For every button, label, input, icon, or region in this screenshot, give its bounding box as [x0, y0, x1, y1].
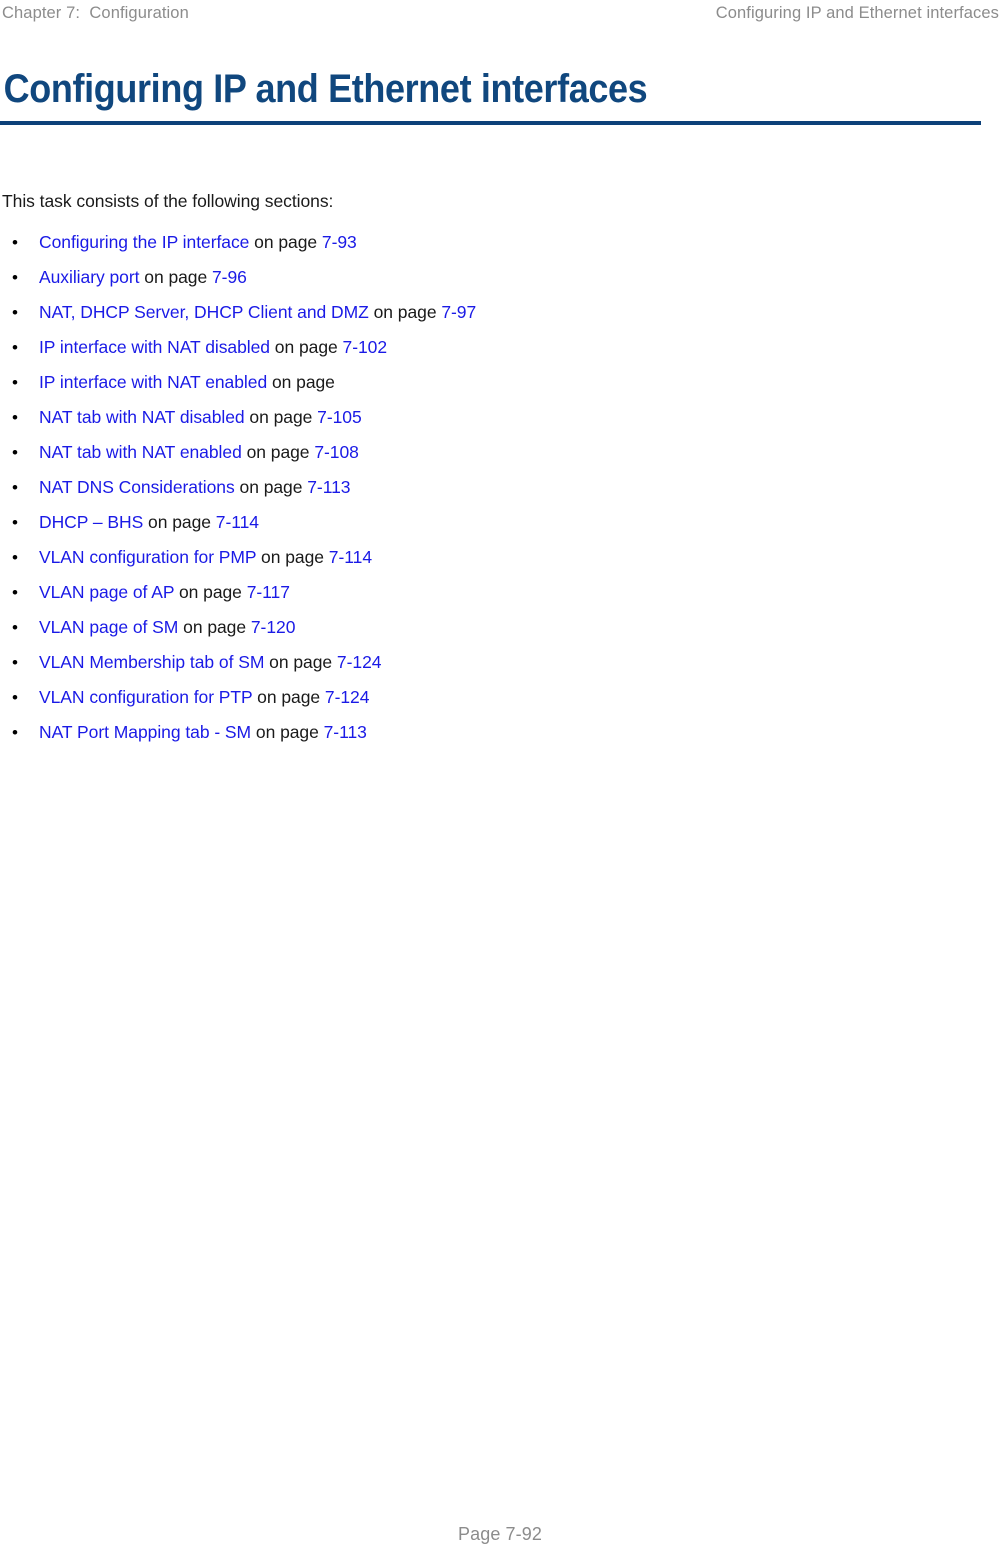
on-page-label: on page [241, 442, 315, 462]
running-header: Chapter 7: Configuration Configuring IP … [0, 0, 1000, 28]
bullet-dot-icon: • [12, 513, 18, 532]
section-link[interactable]: VLAN configuration for PMP [39, 547, 256, 567]
title-block: Configuring IP and Ethernet interfaces [0, 66, 982, 125]
footer-page-number: Page 7-92 [458, 1524, 542, 1544]
intro-paragraph: This task consists of the following sect… [2, 191, 334, 211]
page-number-link[interactable]: 7-105 [317, 407, 362, 427]
document-page: Chapter 7: Configuration Configuring IP … [0, 0, 1000, 1555]
bullet-dot-icon: • [12, 618, 18, 637]
bullet-dot-icon: • [12, 338, 18, 357]
section-link[interactable]: VLAN Membership tab of SM [39, 652, 264, 672]
list-item: • NAT Port Mapping tab - SM on page 7-113 [0, 715, 1000, 750]
section-link[interactable]: Configuring the IP interface [39, 232, 249, 252]
bullet-dot-icon: • [12, 268, 18, 287]
page-number-link[interactable]: 7-93 [322, 232, 357, 252]
list-item: • NAT tab with NAT enabled on page 7-108 [0, 435, 1000, 470]
body-content: This task consists of the following sect… [0, 189, 1000, 750]
bullet-dot-icon: • [12, 373, 18, 392]
list-item: • NAT tab with NAT disabled on page 7-105 [0, 400, 1000, 435]
bullet-dot-icon: • [12, 443, 18, 462]
bullet-dot-icon: • [12, 548, 18, 567]
page-number-link[interactable]: 7-124 [337, 652, 382, 672]
list-item: • VLAN configuration for PTP on page 7-12… [0, 680, 1000, 715]
on-page-label: on page [368, 302, 442, 322]
list-item: • NAT DNS Considerations on page 7-113 [0, 470, 1000, 505]
page-number-link[interactable]: 7-117 [247, 582, 290, 602]
on-page-label: on page [143, 512, 216, 532]
section-link[interactable]: Auxiliary port [39, 267, 140, 287]
list-item: • Auxiliary port on page 7-96 [0, 260, 1000, 295]
on-page-label: on page [174, 582, 247, 602]
on-page-label: on page [244, 407, 318, 427]
section-link[interactable]: VLAN page of SM [39, 617, 178, 637]
page-number-link[interactable]: 7-96 [212, 267, 247, 287]
page-number-link[interactable]: 7-108 [314, 442, 359, 462]
bullet-dot-icon: • [12, 653, 18, 672]
list-item: • NAT, DHCP Server, DHCP Client and DMZ o… [0, 295, 1000, 330]
page-number-link[interactable]: 7-97 [441, 302, 476, 322]
on-page-label: on page [252, 687, 325, 707]
page-number-link[interactable]: 7-113 [307, 477, 350, 497]
on-page-label: on page [269, 337, 343, 357]
on-page-label: on page [139, 267, 212, 287]
bullet-dot-icon: • [12, 688, 18, 707]
list-item: • IP interface with NAT enabled on page [0, 365, 1000, 400]
on-page-label: on page [251, 722, 324, 742]
page-number-link[interactable]: 7-120 [251, 617, 296, 637]
list-item: • VLAN configuration for PMP on page 7-11… [0, 540, 1000, 575]
on-page-label: on page [234, 477, 308, 497]
section-link[interactable]: IP interface with NAT disabled [39, 337, 270, 357]
section-link[interactable]: NAT DNS Considerations [39, 477, 235, 497]
list-item: • Configuring the IP interface on page 7-… [0, 225, 1000, 260]
running-header-chapter: Chapter 7: Configuration [2, 4, 189, 22]
page-footer: Page 7-92 [0, 1522, 1000, 1546]
list-item: • VLAN Membership tab of SM on page 7-124 [0, 645, 1000, 680]
list-item: • DHCP – BHS on page 7-114 [0, 505, 1000, 540]
bullet-dot-icon: • [12, 478, 18, 497]
bullet-dot-icon: • [12, 583, 18, 602]
page-title: Configuring IP and Ethernet interfaces [3, 67, 648, 111]
page-number-link[interactable]: 7-102 [343, 337, 388, 357]
on-page-label: on page [256, 547, 329, 567]
list-item: • VLAN page of AP on page 7-117 [0, 575, 1000, 610]
page-number-link[interactable]: 7-114 [329, 547, 372, 567]
page-number-link[interactable]: 7-113 [324, 722, 367, 742]
title-divider-rule [0, 121, 981, 125]
section-link[interactable]: NAT Port Mapping tab - SM [39, 722, 251, 742]
list-item: • IP interface with NAT disabled on page … [0, 330, 1000, 365]
on-page-label: on page [178, 617, 251, 637]
on-page-label: on page [264, 652, 337, 672]
section-link-list: • Configuring the IP interface on page 7-… [0, 225, 1000, 750]
bullet-dot-icon: • [12, 408, 18, 427]
section-link[interactable]: VLAN page of AP [39, 582, 174, 602]
running-header-section: Configuring IP and Ethernet interfaces [715, 4, 999, 22]
section-link[interactable]: NAT, DHCP Server, DHCP Client and DMZ [39, 302, 369, 322]
on-page-label: on page [267, 372, 335, 392]
section-link[interactable]: DHCP – BHS [39, 512, 143, 532]
section-link[interactable]: NAT tab with NAT enabled [39, 442, 242, 462]
bullet-dot-icon: • [12, 233, 18, 252]
on-page-label: on page [249, 232, 322, 252]
page-number-link[interactable]: 7-124 [325, 687, 370, 707]
bullet-dot-icon: • [12, 723, 18, 742]
bullet-dot-icon: • [12, 303, 18, 322]
list-item: • VLAN page of SM on page 7-120 [0, 610, 1000, 645]
section-link[interactable]: IP interface with NAT enabled [39, 372, 267, 392]
page-number-link[interactable]: 7-114 [216, 512, 259, 532]
section-link[interactable]: NAT tab with NAT disabled [39, 407, 245, 427]
section-link[interactable]: VLAN configuration for PTP [39, 687, 252, 707]
